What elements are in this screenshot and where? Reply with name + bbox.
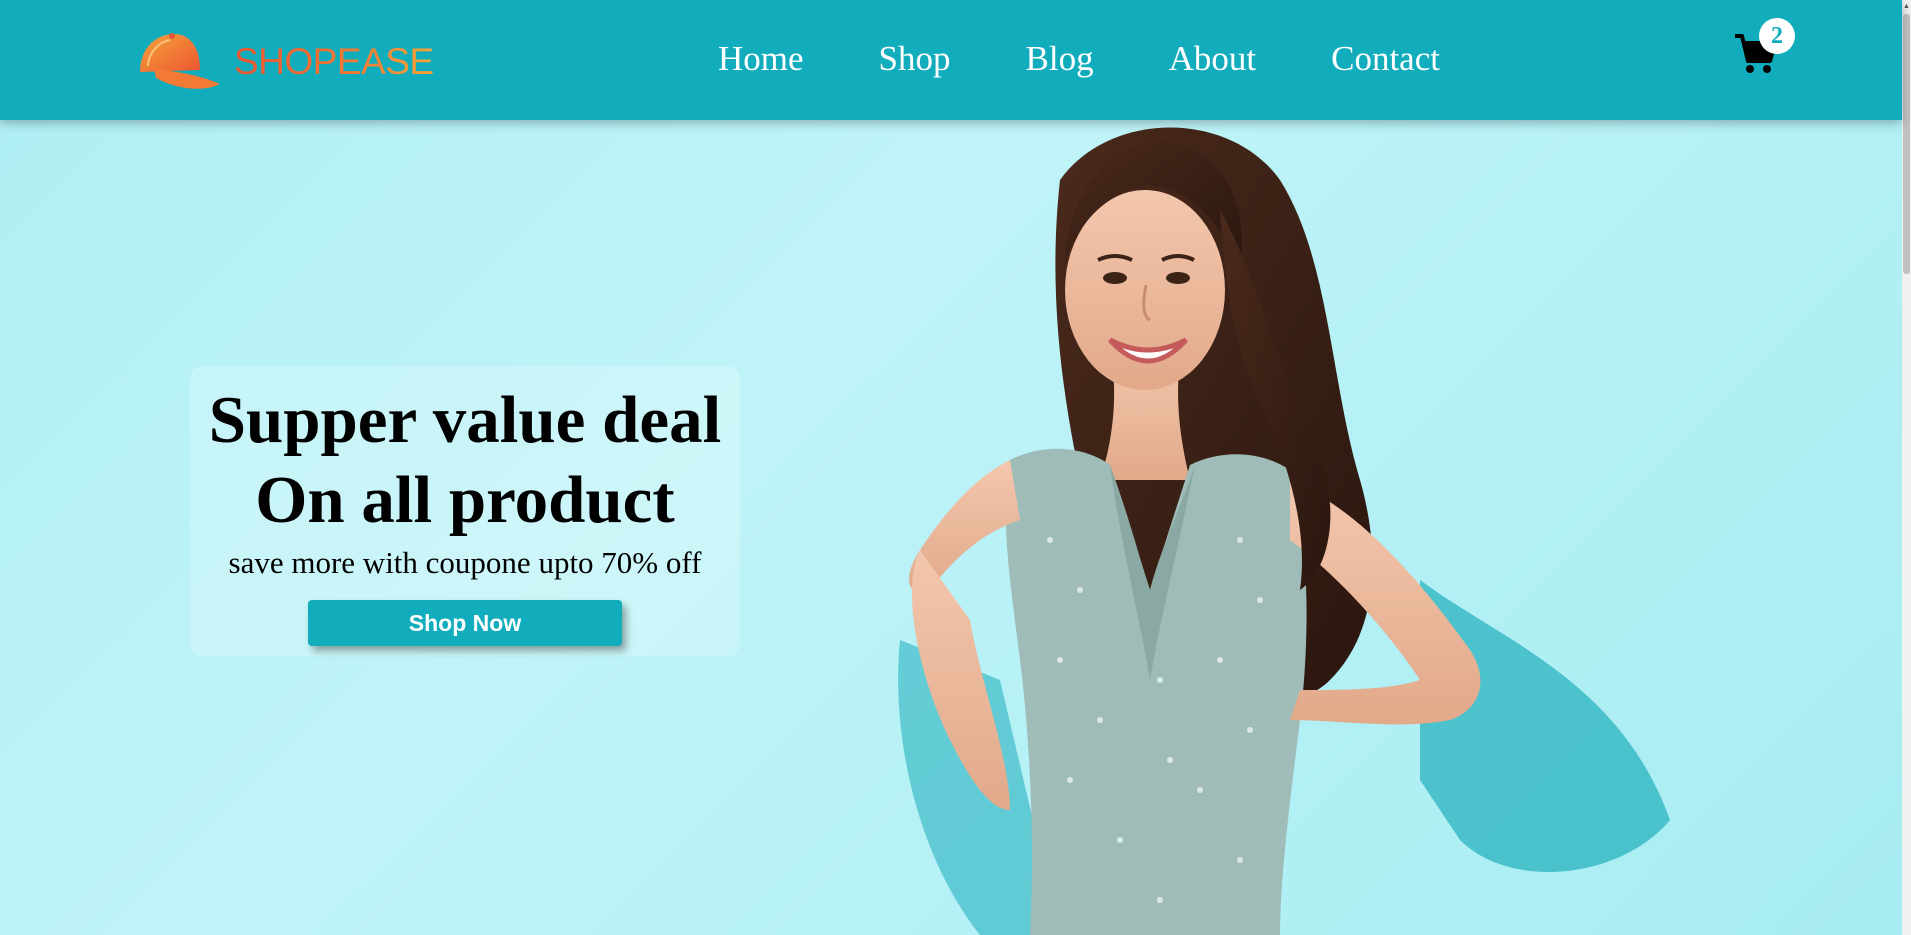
nav-home-link[interactable]: Home	[718, 34, 804, 84]
main-nav: Home Shop Blog About Contact	[718, 34, 1515, 84]
hero-title-line1: Supper value deal	[208, 383, 722, 457]
hero-title-line2: On all product	[255, 463, 675, 537]
navbar: SHOPEASE Home Shop Blog About Contact 2	[0, 0, 1902, 120]
nav-shop-link[interactable]: Shop	[879, 34, 951, 84]
page-scrollbar[interactable]: ▲	[1902, 0, 1911, 935]
scrollbar-thumb[interactable]	[1903, 14, 1910, 274]
page: SHOPEASE Home Shop Blog About Contact 2	[0, 0, 1911, 935]
hero-promo-card: Supper value deal On all product save mo…	[190, 366, 740, 656]
hero-subtitle: save more with coupone upto 70% off	[228, 545, 702, 580]
hero-title: Supper value deal On all product	[190, 380, 740, 540]
nav-about-link[interactable]: About	[1169, 34, 1257, 84]
brand-name: SHOPEASE	[234, 40, 434, 82]
brand-logo-link[interactable]: SHOPEASE	[134, 26, 434, 96]
cart-count-badge: 2	[1759, 18, 1795, 54]
nav-blog-link[interactable]: Blog	[1026, 34, 1094, 84]
cap-logo-icon	[140, 33, 220, 89]
nav-contact-link[interactable]: Contact	[1331, 34, 1440, 84]
shop-now-button[interactable]: Shop Now	[308, 600, 622, 646]
scroll-up-arrow-icon[interactable]: ▲	[1902, 0, 1911, 12]
hero-model-image	[898, 127, 1670, 935]
